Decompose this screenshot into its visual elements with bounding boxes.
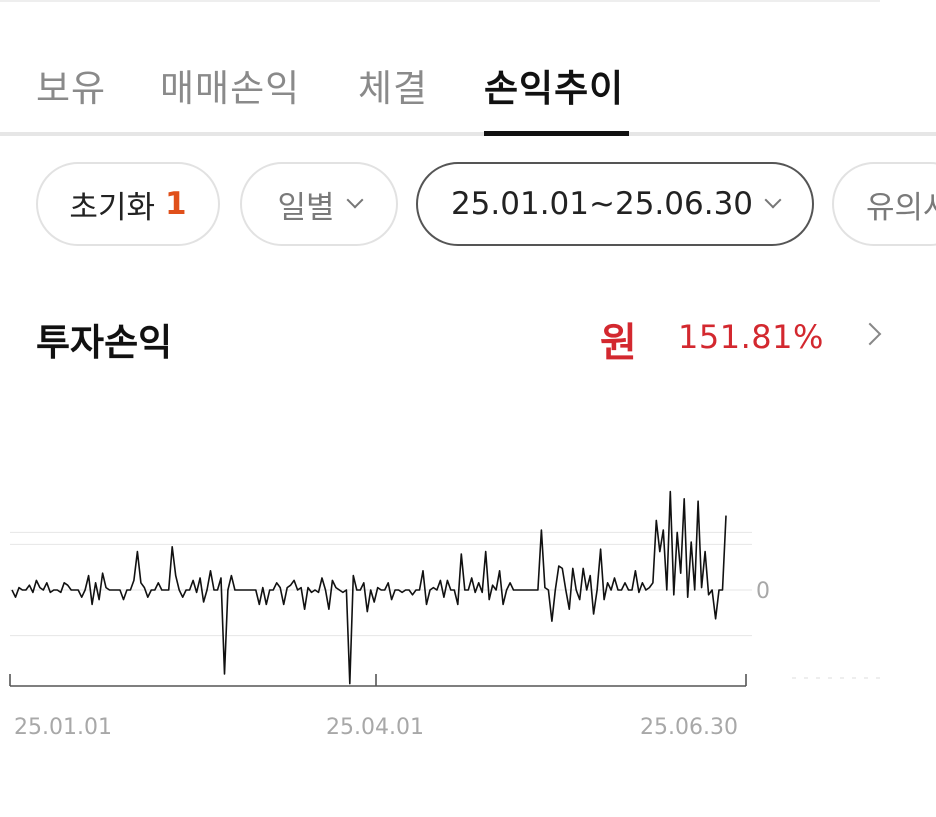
notice-label: 유의사	[866, 189, 936, 226]
tab-executions[interactable]: 체결	[358, 58, 428, 112]
tab-bar: 보유 매매손익 체결 손익추이	[0, 0, 936, 136]
x-tick-label: 25.04.01	[326, 715, 424, 740]
notice-button[interactable]: 유의사	[832, 162, 936, 246]
reset-label: 초기화	[69, 189, 155, 226]
date-range-value: 25.01.01~25.06.30	[450, 186, 754, 222]
pl-unit: 원	[600, 320, 637, 366]
pl-rate[interactable]: 151.81%	[678, 318, 824, 356]
x-tick-label: 25.01.01	[14, 715, 112, 740]
pnl-trend-chart: 25.01.01 25.04.01 25.06.30 0	[9, 490, 880, 740]
active-tab-indicator	[484, 131, 629, 136]
chevron-down-icon	[346, 191, 364, 209]
tab-trading-pnl[interactable]: 매매손익	[160, 58, 300, 112]
chevron-down-icon	[764, 191, 782, 209]
reset-filter-button[interactable]: 초기화 1	[36, 162, 220, 246]
section-title: 투자손익	[36, 321, 173, 364]
x-tick-label: 25.06.30	[640, 715, 738, 740]
period-dropdown[interactable]: 일별	[240, 162, 398, 246]
y-tick-label: 0	[756, 579, 770, 604]
series-line	[11, 490, 727, 685]
tabs-divider	[0, 132, 936, 136]
tab-pnl-trend[interactable]: 손익추이	[484, 58, 624, 112]
date-range-dropdown[interactable]: 25.01.01~25.06.30	[416, 162, 814, 246]
chevron-right-icon[interactable]	[858, 322, 882, 346]
tab-holdings[interactable]: 보유	[36, 58, 106, 112]
reset-count-badge: 1	[164, 186, 187, 222]
period-label: 일별	[277, 189, 335, 226]
